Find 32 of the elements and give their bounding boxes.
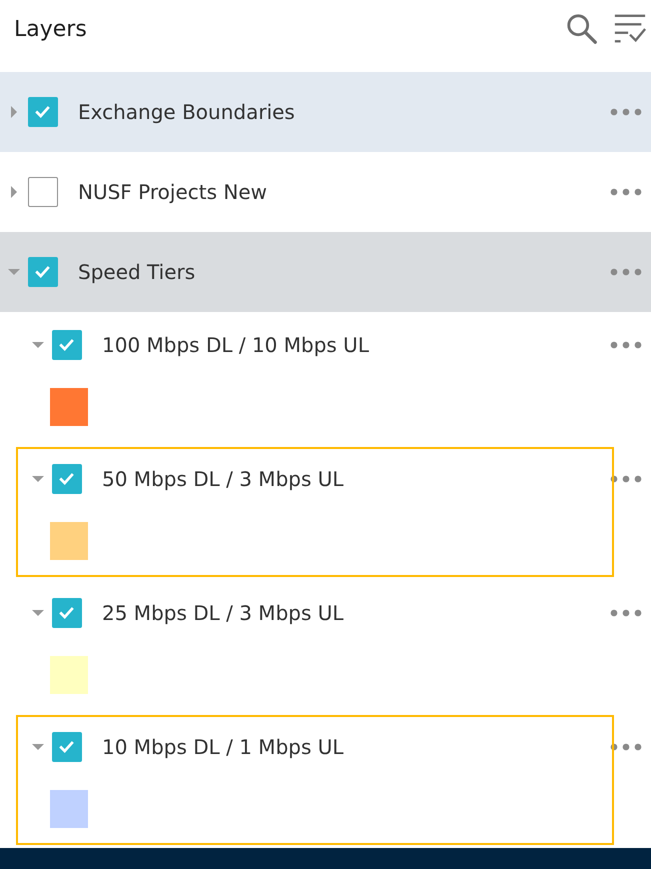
layer-name: NUSF Projects New xyxy=(78,180,268,204)
more-options-icon[interactable] xyxy=(610,341,642,349)
layer-name: Speed Tiers xyxy=(78,260,196,284)
caret-right-icon[interactable] xyxy=(8,106,20,118)
checkbox[interactable] xyxy=(28,177,58,207)
caret-down-icon[interactable] xyxy=(32,473,44,485)
checkbox[interactable] xyxy=(28,257,58,287)
more-options-icon[interactable] xyxy=(610,743,642,751)
layer-name: 10 Mbps DL / 1 Mbps UL xyxy=(102,735,345,759)
layer-name: Exchange Boundaries xyxy=(78,100,296,124)
caret-down-icon[interactable] xyxy=(8,266,20,278)
layer-name: 50 Mbps DL / 3 Mbps UL xyxy=(102,467,345,491)
search-icon[interactable] xyxy=(565,12,599,46)
layer-name: 100 Mbps DL / 10 Mbps UL xyxy=(102,333,370,357)
layer-row[interactable]: Exchange Boundaries xyxy=(0,72,651,152)
more-options-icon[interactable] xyxy=(610,268,642,276)
more-options-icon[interactable] xyxy=(610,475,642,483)
checkbox[interactable] xyxy=(28,97,58,127)
checkbox[interactable] xyxy=(52,598,82,628)
caret-down-icon[interactable] xyxy=(32,741,44,753)
checkbox[interactable] xyxy=(52,732,82,762)
panel-title: Layers xyxy=(14,16,87,42)
checkbox[interactable] xyxy=(52,464,82,494)
caret-right-icon[interactable] xyxy=(8,186,20,198)
caret-down-icon[interactable] xyxy=(32,607,44,619)
caret-down-icon[interactable] xyxy=(32,339,44,351)
more-options-icon[interactable] xyxy=(610,188,642,196)
layer-name: 25 Mbps DL / 3 Mbps UL xyxy=(102,601,345,625)
more-options-icon[interactable] xyxy=(610,108,642,116)
layer-row[interactable]: Speed Tiers xyxy=(0,232,651,312)
checkbox[interactable] xyxy=(52,330,82,360)
more-options-icon[interactable] xyxy=(610,609,642,617)
